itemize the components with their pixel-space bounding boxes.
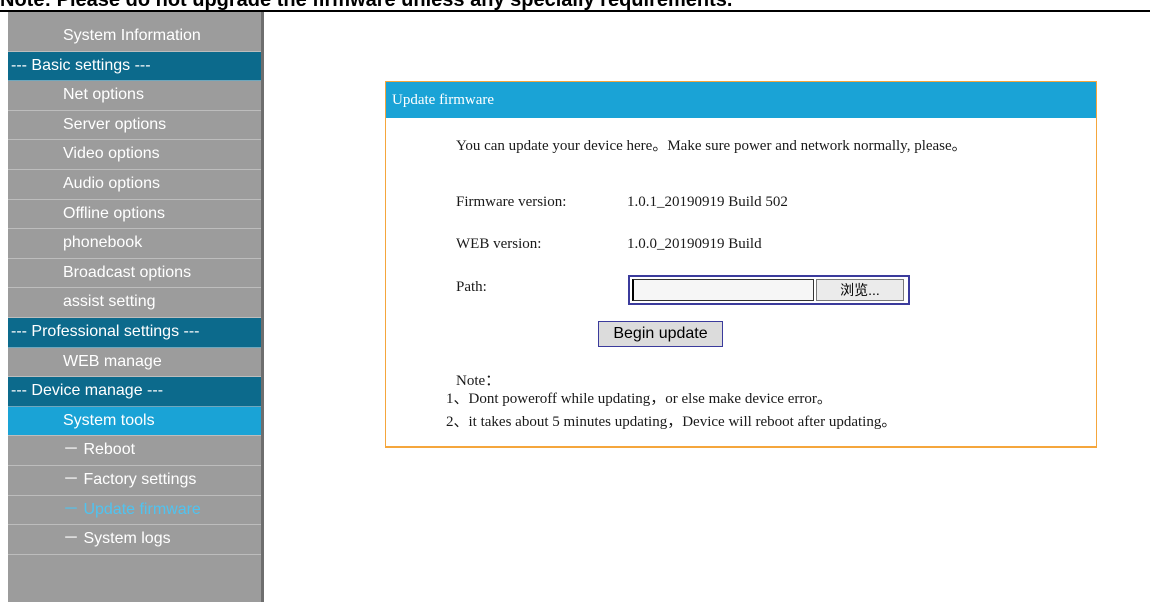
sidebar-item-net-options[interactable]: Net options: [8, 81, 261, 111]
begin-update-button[interactable]: Begin update: [598, 321, 723, 347]
web-version-label: WEB version:: [456, 236, 542, 252]
file-picker: 浏览...: [628, 275, 910, 305]
browse-button[interactable]: 浏览...: [816, 279, 904, 301]
sidebar-section-basic-settings[interactable]: --- Basic settings ---: [8, 51, 261, 82]
sidebar-section-device-manage[interactable]: --- Device manage ---: [8, 377, 261, 407]
sidebar-nav: System Information --- Basic settings --…: [8, 22, 261, 555]
sidebar-item-reboot[interactable]: － Reboot: [8, 436, 261, 466]
sidebar-item-assist-setting[interactable]: assist setting: [8, 288, 261, 318]
sidebar-item-offline-options[interactable]: Offline options: [8, 199, 261, 230]
sidebar-separator: [261, 12, 268, 602]
panel-title: Update firmware: [386, 82, 1096, 118]
path-label: Path:: [456, 279, 487, 295]
firmware-version-label: Firmware version:: [456, 194, 567, 210]
note-item-2: 2、it takes about 5 minutes updating，Devi…: [446, 414, 897, 430]
sidebar-item-audio-options[interactable]: Audio options: [8, 169, 261, 200]
sidebar-item-server-options[interactable]: Server options: [8, 110, 261, 141]
sidebar-item-system-tools[interactable]: System tools: [8, 406, 261, 437]
sidebar-item-web-manage[interactable]: WEB manage: [8, 347, 261, 378]
sidebar-item-phonebook[interactable]: phonebook: [8, 229, 261, 259]
intro-text: You can update your device here。Make sur…: [456, 138, 967, 154]
sidebar-item-update-firmware[interactable]: － Update firmware: [8, 495, 261, 526]
sidebar-item-factory-settings[interactable]: － Factory settings: [8, 465, 261, 496]
firmware-version-value: 1.0.1_20190919 Build 502: [627, 194, 788, 210]
sidebar-item-video-options[interactable]: Video options: [8, 140, 261, 170]
note-item-1: 1、Dont poweroff while updating，or else m…: [446, 391, 832, 407]
path-input[interactable]: [632, 279, 814, 301]
sidebar-item-system-logs[interactable]: － System logs: [8, 525, 261, 555]
sidebar-section-professional-settings[interactable]: --- Professional settings ---: [8, 317, 261, 348]
sidebar-item-system-information[interactable]: System Information: [8, 22, 261, 52]
update-firmware-panel: Update firmware You can update your devi…: [385, 81, 1097, 448]
sidebar-item-broadcast-options[interactable]: Broadcast options: [8, 258, 261, 289]
web-version-value: 1.0.0_20190919 Build: [627, 236, 762, 252]
